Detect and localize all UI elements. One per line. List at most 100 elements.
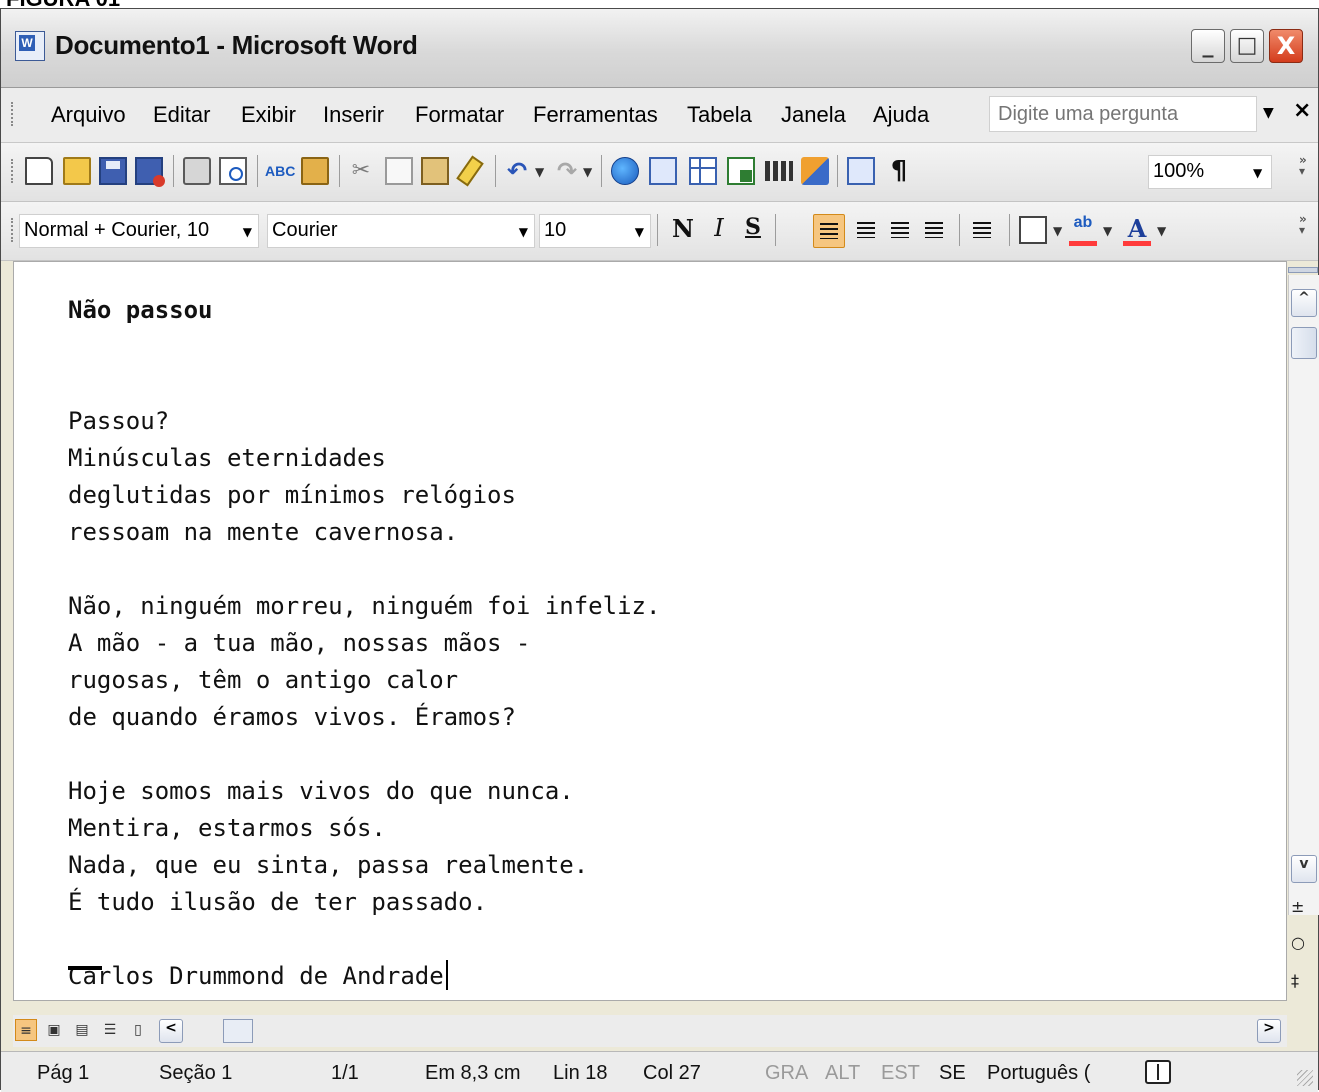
- menu-editar[interactable]: Editar: [153, 102, 210, 128]
- paste-icon[interactable]: [421, 157, 449, 185]
- borders-icon[interactable]: [1019, 216, 1047, 244]
- toolbar-options-icon[interactable]: » ▾: [1299, 154, 1307, 177]
- italic-button[interactable]: I: [703, 214, 735, 248]
- split-box[interactable]: [1288, 267, 1318, 273]
- scroll-thumb[interactable]: [1291, 327, 1317, 359]
- new-document-icon[interactable]: [25, 157, 53, 185]
- spelling-icon[interactable]: ABC: [265, 157, 295, 185]
- text-cursor: [445, 960, 448, 990]
- save-icon[interactable]: [99, 157, 127, 185]
- end-of-document-mark: [68, 966, 102, 970]
- menu-arquivo[interactable]: Arquivo: [51, 102, 126, 128]
- redo-icon[interactable]: ↷: [553, 157, 581, 185]
- stanza-1-line-3: deglutidas por mínimos relógios: [68, 481, 516, 509]
- menu-tabela[interactable]: Tabela: [687, 102, 752, 128]
- scroll-left-button[interactable]: <: [159, 1019, 183, 1043]
- insert-table-icon[interactable]: [689, 157, 717, 185]
- open-folder-icon[interactable]: [63, 157, 91, 185]
- undo-icon[interactable]: ↶: [503, 157, 531, 185]
- chevron-down-icon: ▼: [1253, 166, 1263, 180]
- menu-janela[interactable]: Janela: [781, 102, 846, 128]
- ask-dropdown-icon[interactable]: ▼: [1263, 105, 1274, 121]
- align-left-button[interactable]: [813, 214, 845, 248]
- highlight-dropdown-icon[interactable]: ▼: [1103, 224, 1112, 238]
- format-painter-icon[interactable]: [456, 155, 484, 187]
- stanza-2-line-1: Não, ninguém morreu, ninguém foi infeliz…: [68, 592, 661, 620]
- font-color-dropdown-icon[interactable]: ▼: [1157, 224, 1166, 238]
- word-app-icon[interactable]: W: [15, 31, 45, 61]
- print-layout-icon[interactable]: ▤: [71, 1019, 93, 1041]
- font-size-select[interactable]: 10 ▼: [539, 214, 651, 248]
- underline-button[interactable]: S: [737, 214, 769, 248]
- close-button[interactable]: X: [1269, 29, 1303, 63]
- document-page[interactable]: Não passou Passou? Minúsculas eternidades…: [13, 261, 1287, 1001]
- scroll-up-button[interactable]: ^: [1291, 289, 1317, 317]
- status-overtype[interactable]: SE: [939, 1062, 966, 1085]
- line-spacing-button[interactable]: [967, 214, 999, 248]
- columns-icon[interactable]: [765, 161, 793, 181]
- scroll-down-button[interactable]: v: [1291, 855, 1317, 883]
- menu-inserir[interactable]: Inserir: [323, 102, 384, 128]
- outline-view-icon[interactable]: ☰: [99, 1019, 121, 1041]
- align-center-button[interactable]: [851, 214, 883, 248]
- status-extend[interactable]: EST: [881, 1062, 920, 1085]
- menu-grip[interactable]: [11, 102, 17, 126]
- spelling-status-icon[interactable]: [1145, 1060, 1171, 1084]
- chevron-down-icon: ▼: [242, 225, 252, 239]
- web-layout-icon[interactable]: ▣: [43, 1019, 65, 1041]
- borders-dropdown-icon[interactable]: ▼: [1053, 224, 1062, 238]
- drawing-icon[interactable]: [801, 157, 829, 185]
- font-color-button[interactable]: A: [1121, 214, 1153, 248]
- poem-title: Não passou: [68, 296, 213, 324]
- undo-dropdown-icon[interactable]: ▼: [535, 165, 544, 179]
- redo-dropdown-icon[interactable]: ▼: [583, 165, 592, 179]
- tables-borders-icon[interactable]: [649, 157, 677, 185]
- status-language: Português (: [987, 1062, 1091, 1084]
- menu-bar: Arquivo Editar Exibir Inserir Formatar F…: [1, 88, 1318, 143]
- scroll-right-button[interactable]: >: [1257, 1019, 1281, 1043]
- show-hide-icon[interactable]: ¶: [885, 157, 913, 185]
- document-map-icon[interactable]: [847, 157, 875, 185]
- justify-button[interactable]: [919, 214, 951, 248]
- menu-formatar[interactable]: Formatar: [415, 102, 504, 128]
- reading-layout-icon[interactable]: ▯: [127, 1019, 149, 1041]
- next-page-button[interactable]: ‡: [1291, 971, 1299, 990]
- toolbar-grip[interactable]: [11, 218, 17, 242]
- hyperlink-icon[interactable]: [611, 157, 639, 185]
- status-track-changes[interactable]: ALT: [825, 1062, 860, 1085]
- insert-excel-icon[interactable]: [727, 157, 755, 185]
- toolbar-separator: [173, 155, 174, 187]
- horizontal-scroll-thumb[interactable]: [223, 1019, 253, 1043]
- document-close-button[interactable]: ×: [1293, 98, 1311, 123]
- print-preview-icon[interactable]: [219, 157, 247, 185]
- select-browse-object-button[interactable]: ○: [1291, 933, 1305, 952]
- normal-view-icon[interactable]: ≡: [15, 1019, 37, 1041]
- minimize-button[interactable]: _: [1191, 29, 1225, 63]
- document-text[interactable]: Não passou Passou? Minúsculas eternidades…: [68, 292, 660, 995]
- maximize-icon: □: [1236, 33, 1258, 58]
- ask-question-input[interactable]: [996, 97, 1240, 131]
- menu-exibir[interactable]: Exibir: [241, 102, 296, 128]
- print-icon[interactable]: [183, 157, 211, 185]
- permission-icon[interactable]: [135, 157, 165, 187]
- copy-icon[interactable]: [385, 157, 413, 185]
- cut-icon[interactable]: ✂: [347, 157, 375, 185]
- research-icon[interactable]: [301, 157, 329, 185]
- font-select[interactable]: Courier ▼: [267, 214, 535, 248]
- style-select[interactable]: Normal + Courier, 10 ▼: [19, 214, 259, 248]
- bold-button[interactable]: N: [667, 214, 699, 248]
- toolbar-grip[interactable]: [11, 159, 17, 183]
- zoom-select[interactable]: 100% ▼: [1148, 155, 1272, 189]
- resize-grip[interactable]: [1297, 1070, 1313, 1086]
- vertical-scrollbar[interactable]: ^ v: [1288, 275, 1319, 915]
- status-record[interactable]: GRA: [765, 1062, 808, 1085]
- align-right-button[interactable]: [885, 214, 917, 248]
- maximize-button[interactable]: □: [1230, 29, 1264, 63]
- menu-ajuda[interactable]: Ajuda: [873, 102, 929, 128]
- previous-page-button[interactable]: ±: [1291, 897, 1304, 916]
- menu-ferramentas[interactable]: Ferramentas: [533, 102, 658, 128]
- toolbar-options-icon[interactable]: » ▾: [1299, 213, 1307, 236]
- stanza-1-line-1: Passou?: [68, 407, 170, 435]
- highlight-button[interactable]: ab: [1067, 214, 1099, 248]
- ask-question-box[interactable]: [989, 96, 1257, 132]
